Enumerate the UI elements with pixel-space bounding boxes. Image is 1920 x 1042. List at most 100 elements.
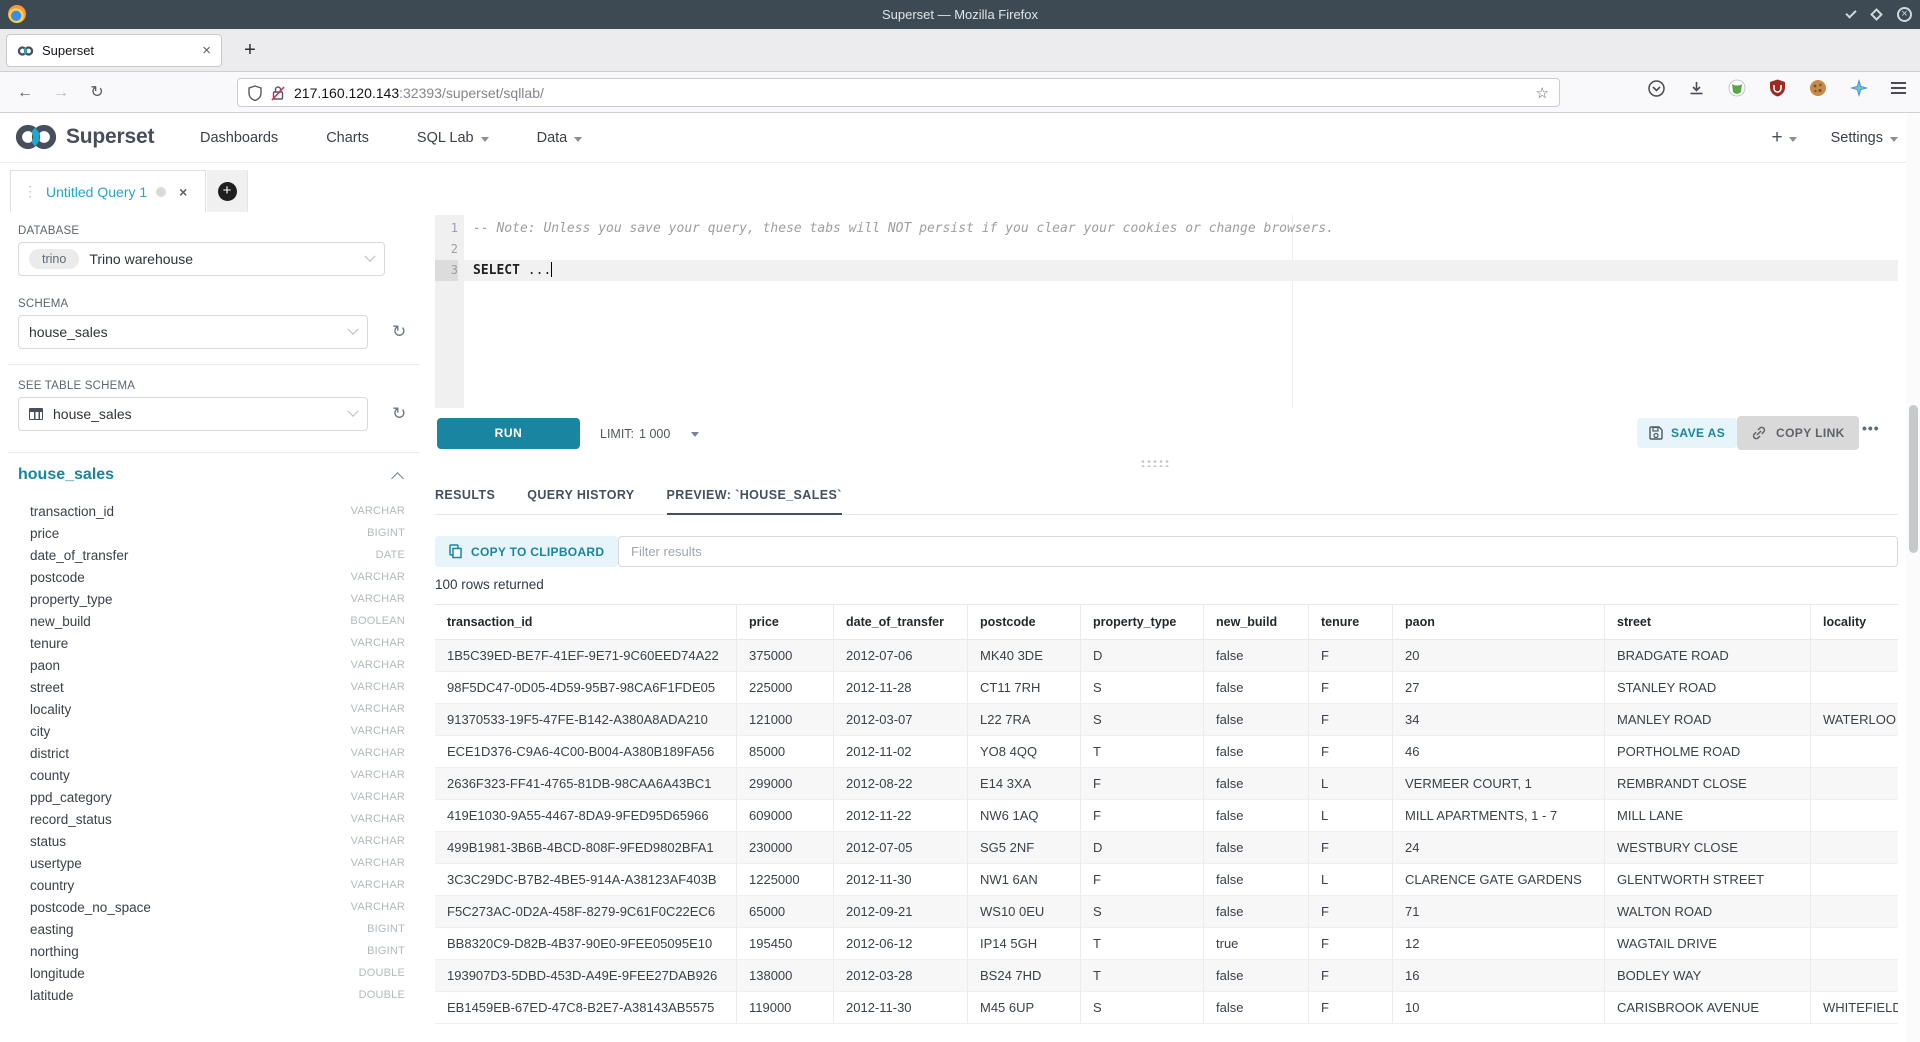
table-cell: 2012-11-30 xyxy=(834,864,968,895)
table-cell: F xyxy=(1309,704,1393,735)
settings-menu[interactable]: Settings xyxy=(1831,130,1898,146)
add-query-tab[interactable]: + xyxy=(207,170,248,212)
sql-text: ... xyxy=(520,263,551,278)
column-name: record_status xyxy=(30,812,351,827)
column-header[interactable]: street xyxy=(1605,605,1811,639)
sql-editor[interactable]: 1 2 3 -- Note: Unless you save your quer… xyxy=(435,215,1898,408)
table-row: F5C273AC-0D2A-458F-8279-9C61F0C22EC66500… xyxy=(435,896,1898,928)
add-new-button[interactable]: + xyxy=(1771,127,1796,149)
table-cell: T xyxy=(1081,736,1204,767)
bookmark-star-icon[interactable]: ☆ xyxy=(1536,84,1549,102)
table-select[interactable]: house_sales xyxy=(18,397,368,431)
limit-dropdown[interactable]: LIMIT: 1 000 xyxy=(600,418,699,449)
sql-comment: -- Note: Unless you save your query, the… xyxy=(473,221,1334,236)
shield-icon[interactable] xyxy=(248,85,262,101)
table-cell: WESTBURY CLOSE xyxy=(1605,832,1811,863)
table-cell: L xyxy=(1309,768,1393,799)
tab-close-icon[interactable]: × xyxy=(202,43,211,58)
schema-column-row: district VARCHAR xyxy=(0,742,430,764)
nav-sql-lab[interactable]: SQL Lab xyxy=(417,130,489,146)
cookie-icon[interactable] xyxy=(1809,79,1827,97)
column-header[interactable]: date_of_transfer xyxy=(834,605,968,639)
column-name: latitude xyxy=(30,988,359,1003)
tab-results[interactable]: RESULTS xyxy=(435,478,495,515)
copy-to-clipboard-button[interactable]: COPY TO CLIPBOARD xyxy=(435,536,618,567)
ublock-shield-icon[interactable] xyxy=(1769,79,1786,97)
insecure-lock-icon[interactable] xyxy=(271,85,285,101)
menu-icon[interactable] xyxy=(1891,79,1906,97)
table-cell: 419E1030-9A55-4467-8DA9-9FED95D65966 xyxy=(435,800,737,831)
refresh-schemas-icon[interactable]: ↻ xyxy=(392,322,406,342)
nav-dashboards[interactable]: Dashboards xyxy=(200,130,278,146)
drag-grip-icon[interactable]: ⋮ xyxy=(23,183,37,200)
scrollbar-thumb[interactable] xyxy=(1909,405,1918,553)
tab-preview-house-sales[interactable]: PREVIEW: `HOUSE_SALES` xyxy=(667,478,842,515)
more-options-button[interactable]: ••• xyxy=(1862,420,1880,436)
column-header[interactable]: transaction_id xyxy=(435,605,737,639)
query-tab-close-icon[interactable]: × xyxy=(179,184,187,200)
table-cell: 20 xyxy=(1393,640,1605,671)
nav-data[interactable]: Data xyxy=(537,130,583,146)
column-name: ppd_category xyxy=(30,790,351,805)
schema-select[interactable]: house_sales xyxy=(18,315,368,349)
sparkle-icon[interactable] xyxy=(1850,79,1868,97)
superset-logo[interactable]: Superset xyxy=(14,122,154,152)
browser-tab[interactable]: Superset × xyxy=(6,34,222,67)
query-tab[interactable]: ⋮ Untitled Query 1 × xyxy=(10,170,206,212)
pocket-icon[interactable] xyxy=(1648,80,1665,97)
table-cell: YO8 4QQ xyxy=(968,736,1081,767)
table-cell: WHITEFIELD xyxy=(1811,992,1898,1023)
schema-column-row: property_type VARCHAR xyxy=(0,588,430,610)
column-type: VARCHAR xyxy=(351,659,405,671)
chevron-down-icon xyxy=(347,324,358,335)
editor-code-area[interactable]: -- Note: Unless you save your query, the… xyxy=(464,215,1898,408)
column-name: easting xyxy=(30,922,367,937)
download-icon[interactable] xyxy=(1688,80,1705,97)
column-header[interactable]: postcode xyxy=(968,605,1081,639)
tab-query-history[interactable]: QUERY HISTORY xyxy=(527,478,634,515)
refresh-tables-icon[interactable]: ↻ xyxy=(392,404,406,424)
collapse-chevron-icon[interactable] xyxy=(391,472,404,485)
schema-column-row: record_status VARCHAR xyxy=(0,808,430,830)
column-type: BIGINT xyxy=(367,923,405,935)
column-type: VARCHAR xyxy=(351,593,405,605)
mask-icon[interactable] xyxy=(1728,79,1746,97)
column-header[interactable]: property_type xyxy=(1081,605,1204,639)
column-type: BIGINT xyxy=(367,527,405,539)
database-select[interactable]: trino Trino warehouse xyxy=(18,242,385,276)
copy-link-button[interactable]: COPY LINK xyxy=(1737,416,1859,450)
table-cell: ECE1D376-C9A6-4C00-B004-A380B189FA56 xyxy=(435,736,737,767)
window-close-icon[interactable]: × xyxy=(1897,7,1912,22)
window-maximize-icon[interactable] xyxy=(1870,8,1883,21)
window-shade-icon[interactable] xyxy=(1845,7,1856,18)
nav-charts[interactable]: Charts xyxy=(326,130,369,146)
column-header[interactable]: paon xyxy=(1393,605,1605,639)
query-tab-title: Untitled Query 1 xyxy=(46,184,147,200)
table-cell: BRADGATE ROAD xyxy=(1605,640,1811,671)
table-cell: 2012-07-06 xyxy=(834,640,968,671)
filter-results-input[interactable] xyxy=(618,536,1898,567)
scrollbar-track[interactable] xyxy=(1906,113,1920,1042)
url-bar[interactable]: 217.160.120.143:32393/superset/sqllab/ ☆ xyxy=(237,78,1560,107)
table-cell: false xyxy=(1204,704,1309,735)
save-as-button[interactable]: SAVE AS xyxy=(1637,418,1737,448)
plus-circle-icon: + xyxy=(218,182,237,201)
new-tab-button[interactable]: + xyxy=(236,37,264,65)
column-header[interactable]: new_build xyxy=(1204,605,1309,639)
forward-icon[interactable]: → xyxy=(48,80,74,106)
table-schema-title[interactable]: house_sales xyxy=(18,466,114,484)
run-button[interactable]: RUN xyxy=(437,418,580,449)
pane-resize-handle[interactable] xyxy=(1140,459,1170,467)
superset-favicon xyxy=(17,45,34,57)
back-icon[interactable]: ← xyxy=(12,80,38,106)
table-cell xyxy=(1811,928,1898,959)
table-row: 1B5C39ED-BE7F-41EF-9E71-9C60EED74A223750… xyxy=(435,640,1898,672)
table-cell: false xyxy=(1204,864,1309,895)
column-header[interactable]: price xyxy=(737,605,834,639)
table-cell: 138000 xyxy=(737,960,834,991)
column-type: DOUBLE xyxy=(359,967,405,979)
column-header[interactable]: locality xyxy=(1811,605,1898,639)
reload-icon[interactable]: ↻ xyxy=(84,80,110,106)
column-header[interactable]: tenure xyxy=(1309,605,1393,639)
table-cell: EB1459EB-67ED-47C8-B2E7-A38143AB5575 xyxy=(435,992,737,1023)
